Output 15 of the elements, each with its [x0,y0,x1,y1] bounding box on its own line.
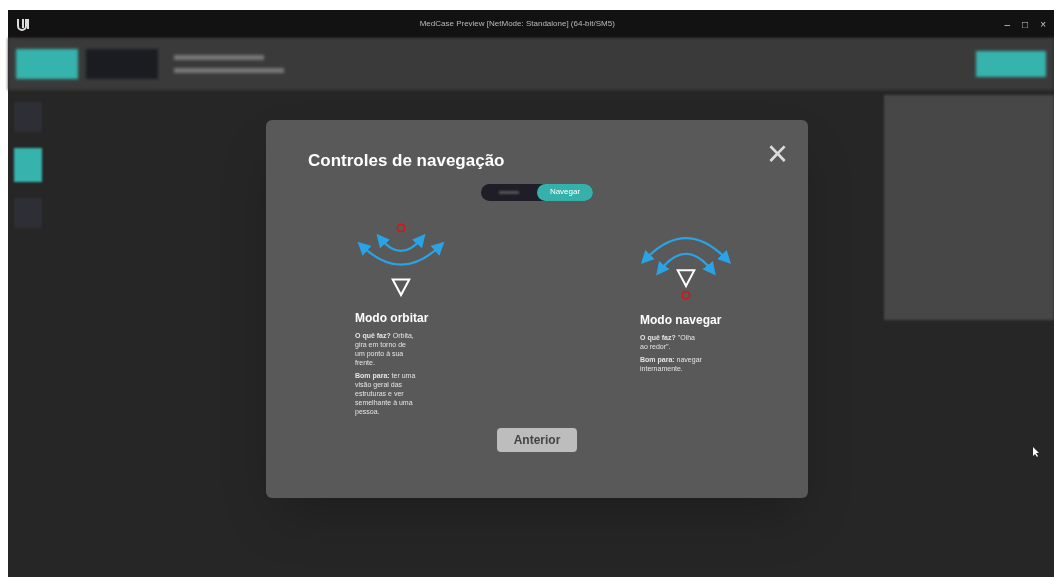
mode-title: Modo orbitar [355,309,429,327]
engine-logo-icon [16,17,30,31]
cursor-icon [1033,447,1039,457]
dialog-title: Controles de navegação [308,150,505,172]
previous-button[interactable]: Anterior [497,428,577,452]
toolbar-button[interactable] [976,51,1046,77]
mode-title: Modo navegar [640,311,722,329]
close-button[interactable]: × [766,136,788,172]
toolbar-button[interactable] [86,49,158,79]
sidebar-button[interactable] [14,148,42,182]
window-title: MedCase Preview [NetMode: Standalone] (64-bit/SM5) [419,18,615,30]
window-control-button[interactable]: – [1004,16,1011,32]
toolbar-button[interactable] [16,49,78,79]
window-control-button[interactable]: □ [1022,16,1029,32]
window-control-button[interactable]: × [1040,16,1046,32]
